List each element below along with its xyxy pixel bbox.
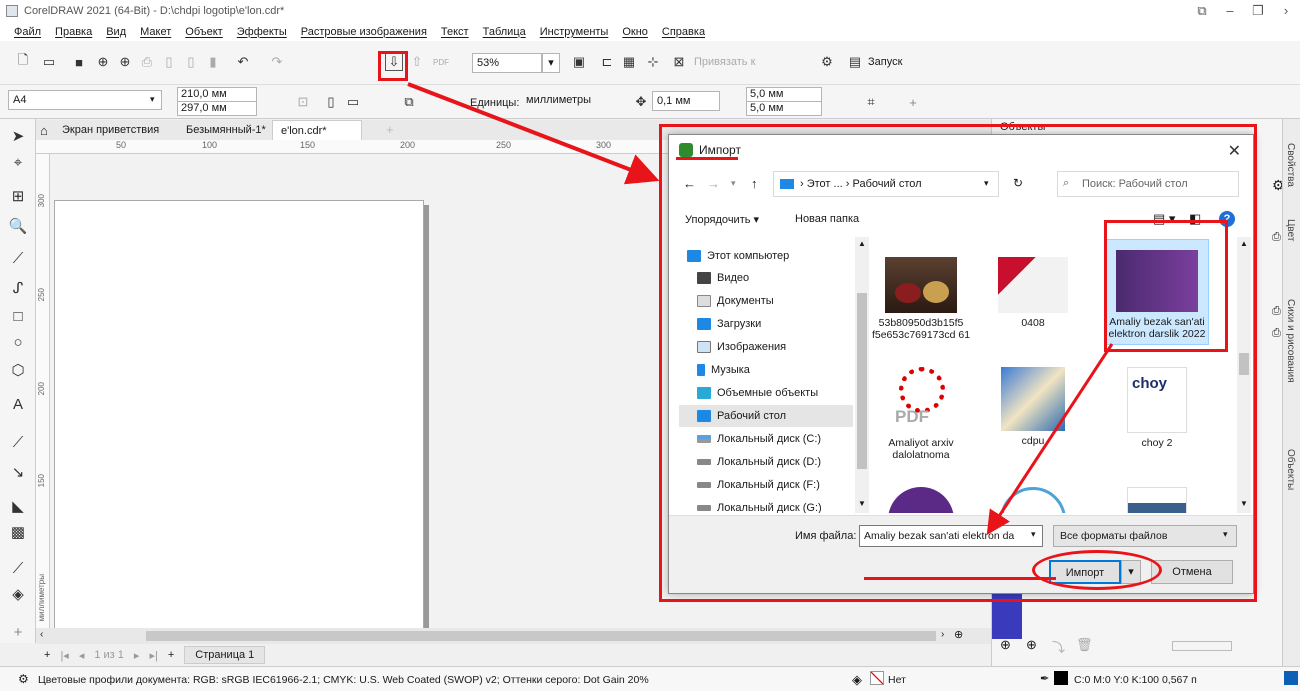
- arrow-to-dialog: [407, 82, 660, 185]
- annotation-arrows: [407, 82, 1114, 536]
- arrow-to-filename: [986, 343, 1114, 536]
